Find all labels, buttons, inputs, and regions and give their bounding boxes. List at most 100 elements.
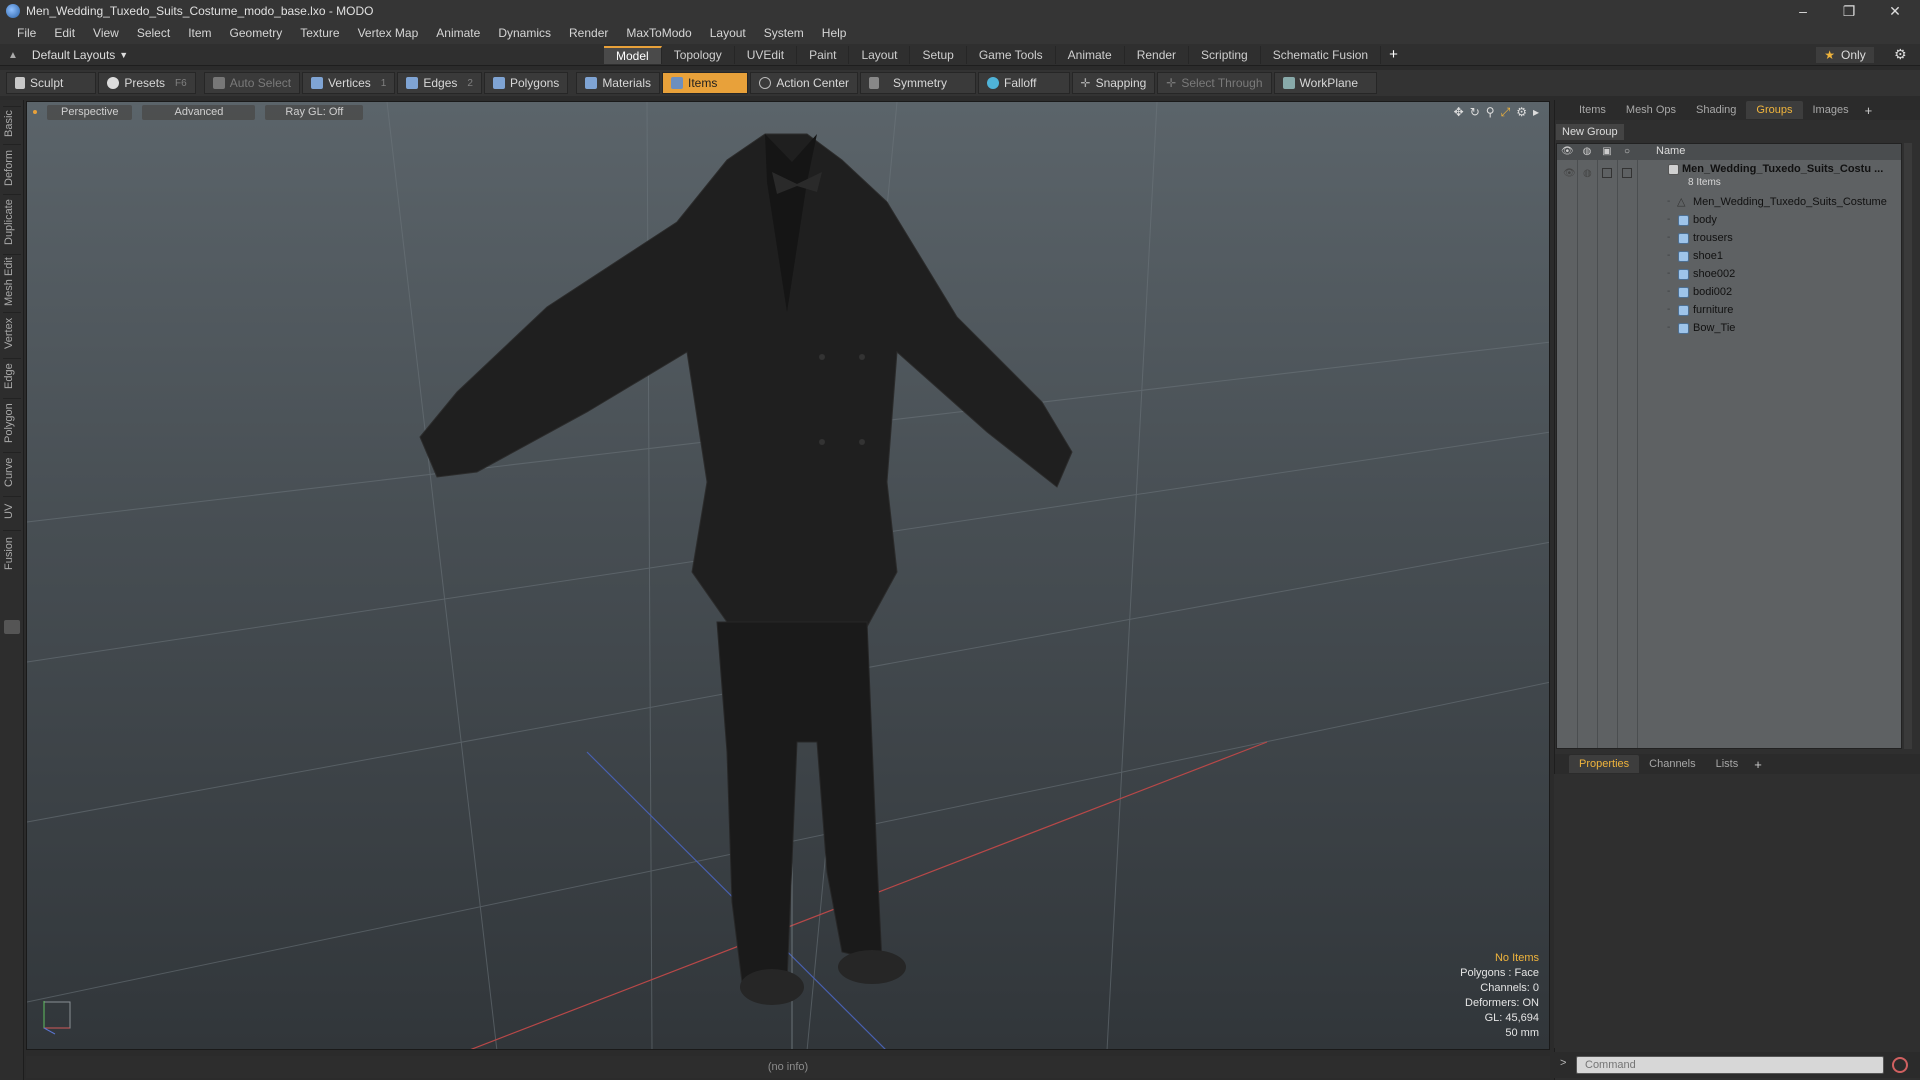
eye-icon[interactable]: 👁 [1563, 168, 1576, 179]
menu-edit[interactable]: Edit [45, 22, 84, 44]
menu-system[interactable]: System [755, 22, 813, 44]
viewport-gear-icon[interactable]: ⚙ [1516, 105, 1527, 120]
menu-view[interactable]: View [84, 22, 128, 44]
add-tab-icon[interactable]: + [1381, 46, 1406, 64]
left-tab-vertex[interactable]: Vertex [3, 312, 21, 354]
menu-select[interactable]: Select [128, 22, 179, 44]
tab-topology[interactable]: Topology [662, 46, 735, 64]
falloff-button[interactable]: Falloff [978, 72, 1070, 94]
tab-render[interactable]: Render [1125, 46, 1190, 64]
materials-button[interactable]: Materials [576, 72, 660, 94]
command-input[interactable] [1576, 1056, 1884, 1074]
pan-icon[interactable]: ✥ [1454, 105, 1464, 120]
left-tab-uv[interactable]: UV [3, 496, 21, 526]
list-item[interactable]: - trousers [1557, 230, 1901, 248]
tree-scrollbar[interactable] [1904, 143, 1912, 749]
items-button[interactable]: Items [662, 72, 749, 94]
minimize-button[interactable]: – [1780, 0, 1826, 22]
tab-game-tools[interactable]: Game Tools [967, 46, 1056, 64]
group-row[interactable]: 👁 ◍ Men_Wedding_Tuxedo_Suits_Costu ... 8… [1557, 162, 1901, 192]
menu-item[interactable]: Item [179, 22, 220, 44]
maximize-icon[interactable]: ⤢ [1501, 105, 1511, 120]
tab-setup[interactable]: Setup [910, 46, 967, 64]
left-tab-basic[interactable]: Basic [3, 106, 21, 140]
add-panel-tab-icon[interactable]: + [1859, 103, 1879, 118]
tab-shading[interactable]: Shading [1686, 101, 1746, 119]
polygons-button[interactable]: Polygons [483, 72, 569, 94]
select-through-button[interactable]: ✛ Select Through [1157, 72, 1272, 94]
tab-groups[interactable]: Groups [1746, 101, 1803, 119]
collapse-icon[interactable]: ▲ [8, 50, 18, 61]
tuxedo-model[interactable] [419, 133, 1073, 1005]
menu-maxtomodo[interactable]: MaxToModo [617, 22, 700, 44]
layout-selector[interactable]: ▲ Default Layouts ▼ [8, 47, 128, 63]
menu-dynamics[interactable]: Dynamics [489, 22, 560, 44]
left-tab-curve[interactable]: Curve [3, 452, 21, 492]
left-tab-edge[interactable]: Edge [3, 358, 21, 394]
tab-channels[interactable]: Channels [1639, 755, 1705, 773]
render-column-icon[interactable]: ◍ [1581, 146, 1593, 158]
lock-checkbox[interactable] [1602, 168, 1612, 178]
list-item[interactable]: - body [1557, 212, 1901, 230]
only-button[interactable]: ★ Only [1816, 47, 1874, 63]
menu-animate[interactable]: Animate [427, 22, 489, 44]
symmetry-button[interactable]: Symmetry [860, 72, 977, 94]
menu-file[interactable]: File [8, 22, 45, 44]
left-tab-fusion[interactable]: Fusion [3, 530, 21, 576]
list-item[interactable]: - shoe1 [1557, 248, 1901, 266]
tab-animate[interactable]: Animate [1056, 46, 1125, 64]
tab-uvedit[interactable]: UVEdit [735, 46, 798, 64]
raygl-button[interactable]: Ray GL: Off [265, 104, 364, 120]
restore-button[interactable]: ❐ [1826, 0, 1872, 22]
sculpt-button[interactable]: Sculpt [6, 72, 97, 94]
lock-column-icon[interactable]: ▣ [1601, 146, 1613, 158]
new-group-button[interactable]: New Group [1556, 124, 1624, 140]
tab-mesh-ops[interactable]: Mesh Ops [1616, 101, 1686, 119]
command-clear-icon[interactable] [1892, 1057, 1908, 1073]
tab-images[interactable]: Images [1803, 101, 1859, 119]
left-tab-duplicate[interactable]: Duplicate [3, 194, 21, 250]
expand-arrow-icon[interactable]: ▸ [1533, 105, 1539, 120]
tab-schematic-fusion[interactable]: Schematic Fusion [1261, 46, 1382, 64]
visibility-column-icon[interactable]: 👁 [1561, 146, 1574, 158]
view-mode-button[interactable]: Perspective [47, 104, 133, 120]
left-tab-deform[interactable]: Deform [3, 144, 21, 190]
panel-toggle-icon[interactable] [4, 620, 20, 634]
select-checkbox[interactable] [1622, 168, 1632, 178]
add-properties-tab-icon[interactable]: + [1748, 757, 1768, 772]
shading-mode-button[interactable]: Advanced [142, 104, 256, 120]
tab-scripting[interactable]: Scripting [1189, 46, 1261, 64]
menu-render[interactable]: Render [560, 22, 617, 44]
3d-viewport[interactable]: Perspective Advanced Ray GL: Off ✥ ↻ ⚲ ⤢… [26, 101, 1550, 1050]
tab-properties[interactable]: Properties [1569, 755, 1640, 773]
tab-layout[interactable]: Layout [849, 46, 911, 64]
menu-help[interactable]: Help [813, 22, 856, 44]
auto-select-button[interactable]: Auto Select [203, 72, 301, 94]
tab-model[interactable]: Model [604, 46, 662, 64]
left-tab-mesh-edit[interactable]: Mesh Edit [3, 254, 21, 308]
menu-vertex-map[interactable]: Vertex Map [349, 22, 428, 44]
zoom-icon[interactable]: ⚲ [1486, 105, 1495, 120]
menu-layout[interactable]: Layout [701, 22, 755, 44]
select-column-icon[interactable]: ○ [1621, 146, 1633, 158]
rotate-icon[interactable]: ↻ [1470, 105, 1480, 120]
list-item[interactable]: - furniture [1557, 302, 1901, 320]
list-item[interactable]: - bodi002 [1557, 284, 1901, 302]
tab-items[interactable]: Items [1569, 101, 1616, 119]
list-item[interactable]: - Bow_Tie [1557, 320, 1901, 338]
gear-icon[interactable]: ⚙ [1894, 46, 1907, 63]
edges-button[interactable]: Edges 2 [397, 72, 482, 94]
workplane-button[interactable]: WorkPlane [1273, 72, 1378, 94]
list-item[interactable]: - △ Men_Wedding_Tuxedo_Suits_Costume [1557, 194, 1901, 212]
vertices-button[interactable]: Vertices 1 [302, 72, 396, 94]
menu-geometry[interactable]: Geometry [221, 22, 292, 44]
render-icon[interactable]: ◍ [1583, 168, 1592, 179]
presets-button[interactable]: Presets F6 [98, 72, 196, 94]
tab-paint[interactable]: Paint [797, 46, 850, 64]
list-item[interactable]: - shoe002 [1557, 266, 1901, 284]
left-tab-polygon[interactable]: Polygon [3, 398, 21, 448]
action-center-button[interactable]: Action Center [750, 72, 859, 94]
tab-lists[interactable]: Lists [1706, 755, 1749, 773]
snapping-button[interactable]: ✛ Snapping [1071, 72, 1156, 94]
close-button[interactable]: ✕ [1872, 0, 1918, 22]
